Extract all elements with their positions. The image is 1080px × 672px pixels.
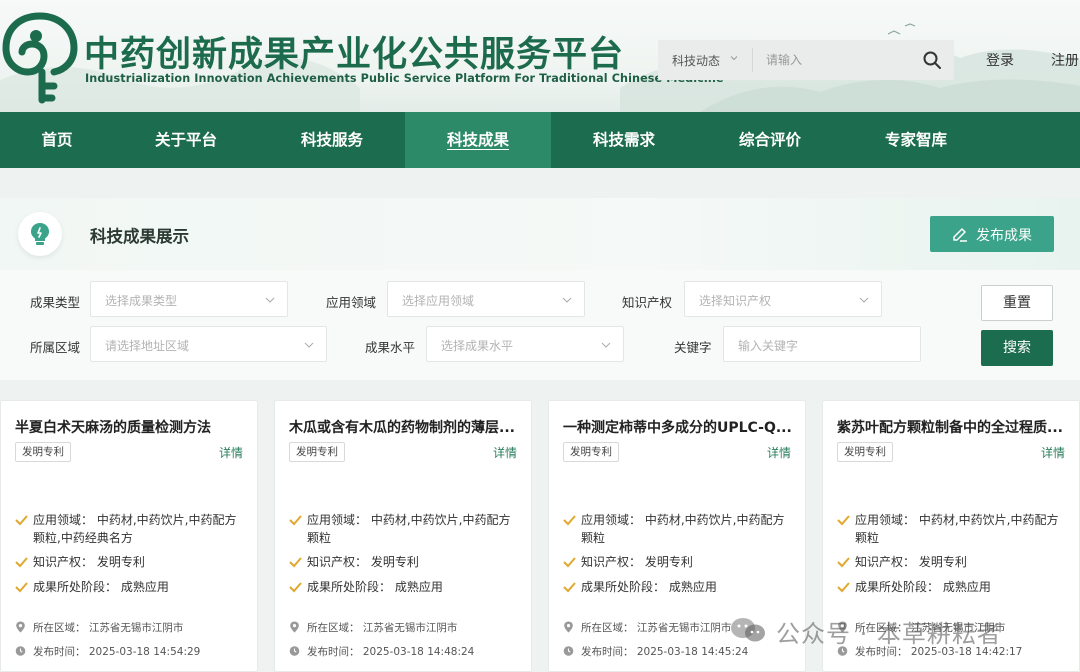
- chevron-down-icon: [601, 342, 611, 348]
- check-icon: [15, 515, 28, 526]
- section-header: 科技成果展示 发布成果: [0, 198, 1080, 270]
- filter-panel: 成果类型 选择成果类型 应用领域 选择应用领域 知识产权 选择知识产权 所属区域…: [0, 270, 1080, 380]
- detail-link[interactable]: 详情: [1041, 444, 1065, 461]
- site-header: 中药创新成果产业化公共服务平台 Industrialization Innova…: [0, 0, 1080, 112]
- lightbulb-badge: [18, 212, 62, 256]
- ip-row: 知识产权： 发明专利: [563, 553, 795, 571]
- achievement-card[interactable]: 半夏白术天麻汤的质量检测方法 发明专利 详情 应用领域： 中药材,中药饮片,中药…: [0, 400, 258, 672]
- watermark-text: 公众号 · 本草耕耘者: [776, 620, 1002, 648]
- patent-tag: 发明专利: [15, 442, 71, 462]
- filter-region-label: 所属区域: [30, 340, 81, 355]
- check-icon: [289, 557, 302, 568]
- check-icon: [837, 557, 850, 568]
- card-title[interactable]: 半夏白术天麻汤的质量检测方法: [15, 417, 247, 437]
- search-divider: [752, 48, 753, 72]
- clock-icon: [289, 646, 300, 656]
- check-icon: [563, 582, 576, 593]
- patent-tag: 发明专利: [289, 442, 345, 462]
- search-input[interactable]: [766, 49, 906, 71]
- search-icon[interactable]: [922, 50, 942, 70]
- stage-row: 成果所处阶段： 成熟应用: [563, 578, 795, 596]
- field-row: 应用领域： 中药材,中药饮片,中药配方颗粒: [289, 511, 521, 547]
- card-title[interactable]: 一种测定柿蒂中多成分的UPLC-Q...: [563, 417, 795, 437]
- edit-icon: [953, 228, 967, 242]
- card-title[interactable]: 木瓜或含有木瓜的药物制剂的薄层...: [289, 417, 521, 437]
- chevron-down-icon[interactable]: [730, 54, 738, 62]
- section-title: 科技成果展示: [90, 227, 189, 246]
- region-row: 所在区域： 江苏省无锡市江阴市: [289, 620, 529, 635]
- header-search: 科技动态: [658, 40, 954, 80]
- clock-icon: [563, 646, 574, 656]
- check-icon: [563, 557, 576, 568]
- filter-type-label: 成果类型: [30, 295, 81, 310]
- check-icon: [289, 582, 302, 593]
- patent-tag: 发明专利: [837, 442, 893, 462]
- achievement-card[interactable]: 木瓜或含有木瓜的药物制剂的薄层... 发明专利 详情 应用领域： 中药材,中药饮…: [274, 400, 532, 672]
- wechat-icon: [731, 618, 765, 642]
- chevron-down-icon: [562, 297, 572, 303]
- ip-select[interactable]: 选择知识产权: [684, 281, 882, 317]
- register-link[interactable]: 注册: [1051, 50, 1079, 70]
- region-select[interactable]: 请选择地址区域: [90, 326, 327, 362]
- ip-row: 知识产权： 发明专利: [837, 553, 1069, 571]
- chevron-down-icon: [304, 342, 314, 348]
- check-icon: [289, 515, 302, 526]
- ip-row: 知识产权： 发明专利: [15, 553, 247, 571]
- publish-button[interactable]: 发布成果: [930, 216, 1054, 252]
- location-pin-icon: [16, 621, 25, 633]
- keyword-input[interactable]: 输入关键字: [723, 326, 921, 362]
- lightbulb-icon: [31, 223, 49, 245]
- search-category-select[interactable]: 科技动态: [672, 52, 720, 69]
- site-subtitle: Industrialization Innovation Achievement…: [85, 72, 724, 85]
- platform-logo-icon[interactable]: [2, 10, 78, 106]
- location-pin-icon: [290, 621, 299, 633]
- field-row: 应用领域： 中药材,中药饮片,中药配方颗粒: [837, 511, 1069, 547]
- reset-button[interactable]: 重置: [981, 285, 1053, 321]
- stage-row: 成果所处阶段： 成熟应用: [15, 578, 247, 596]
- check-icon: [837, 582, 850, 593]
- nav-item-evaluation[interactable]: 综合评价: [722, 112, 818, 168]
- card-title[interactable]: 紫苏叶配方颗粒制备中的全过程质...: [837, 417, 1069, 437]
- check-icon: [563, 515, 576, 526]
- nav-item-about[interactable]: 关于平台: [140, 112, 232, 168]
- site-title: 中药创新成果产业化公共服务平台: [84, 35, 625, 75]
- chevron-down-icon: [859, 297, 869, 303]
- detail-link[interactable]: 详情: [493, 444, 517, 461]
- filter-ip-label: 知识产权: [622, 295, 673, 310]
- nav-item-services[interactable]: 科技服务: [284, 112, 380, 168]
- level-select[interactable]: 选择成果水平: [426, 326, 624, 362]
- detail-link[interactable]: 详情: [219, 444, 243, 461]
- detail-link[interactable]: 详情: [767, 444, 791, 461]
- login-link[interactable]: 登录: [986, 50, 1014, 70]
- type-select[interactable]: 选择成果类型: [90, 281, 288, 317]
- ip-row: 知识产权： 发明专利: [289, 553, 521, 571]
- time-row: 发布时间： 2025-03-18 14:54:29: [15, 644, 255, 659]
- time-row: 发布时间： 2025-03-18 14:45:24: [563, 644, 803, 659]
- field-row: 应用领域： 中药材,中药饮片,中药配方颗粒,中药经典名方: [15, 511, 247, 547]
- time-row: 发布时间： 2025-03-18 14:48:24: [289, 644, 529, 659]
- stage-row: 成果所处阶段： 成熟应用: [837, 578, 1069, 596]
- patent-tag: 发明专利: [563, 442, 619, 462]
- filter-keyword-label: 关键字: [674, 340, 712, 355]
- search-button[interactable]: 搜索: [981, 330, 1053, 366]
- filter-field-label: 应用领域: [326, 295, 377, 310]
- location-pin-icon: [564, 621, 573, 633]
- main-nav: 首页 关于平台 科技服务 科技成果 科技需求 综合评价 专家智库: [0, 112, 1080, 168]
- stage-row: 成果所处阶段： 成熟应用: [289, 578, 521, 596]
- nav-item-demands[interactable]: 科技需求: [576, 112, 672, 168]
- field-row: 应用领域： 中药材,中药饮片,中药配方颗粒: [563, 511, 795, 547]
- clock-icon: [15, 646, 26, 656]
- field-select[interactable]: 选择应用领域: [387, 281, 585, 317]
- nav-item-home[interactable]: 首页: [18, 112, 96, 168]
- check-icon: [15, 582, 28, 593]
- nav-item-achievements[interactable]: 科技成果: [405, 112, 551, 168]
- region-row: 所在区域： 江苏省无锡市江阴市: [15, 620, 255, 635]
- chevron-down-icon: [265, 297, 275, 303]
- check-icon: [15, 557, 28, 568]
- nav-item-experts[interactable]: 专家智库: [868, 112, 964, 168]
- check-icon: [837, 515, 850, 526]
- filter-level-label: 成果水平: [365, 340, 416, 355]
